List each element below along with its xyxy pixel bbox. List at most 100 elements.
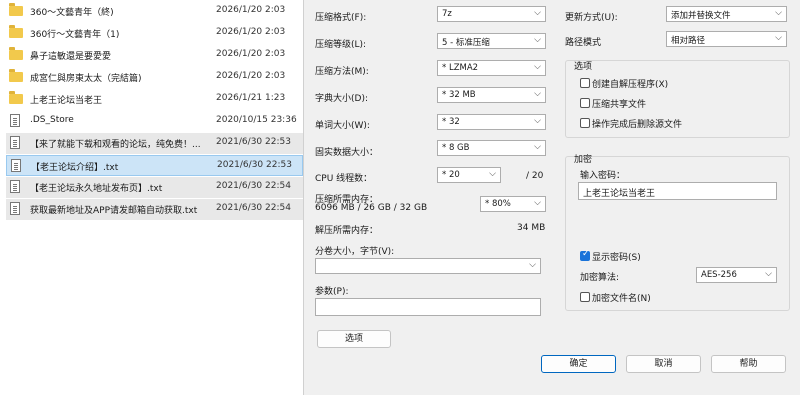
- file-date: 2020/10/15 23:36: [216, 115, 297, 125]
- level-label: 压缩等级(L):: [315, 40, 367, 50]
- file-date: 2026/1/20 2:03: [216, 71, 286, 81]
- mem-percent-select[interactable]: * 80% ⌵: [480, 196, 546, 212]
- file-date: 2026/1/20 2:03: [216, 5, 286, 15]
- file-row[interactable]: 360～文藝青年（終) 2026/1/20 2:03: [6, 1, 303, 22]
- file-name: 【老王论坛永久地址发布页】.txt: [30, 184, 163, 194]
- mem-decomp-label: 解压所需内存：: [315, 226, 379, 236]
- file-row[interactable]: 鼻子這敏還是要愛愛 2026/1/20 2:03: [6, 45, 303, 66]
- file-name: 【来了就能下载和观看的论坛，纯免费！...: [30, 140, 201, 150]
- format-select[interactable]: 7z ⌵: [437, 6, 546, 22]
- delete-source-label[interactable]: 操作完成后删除源文件: [592, 117, 682, 130]
- file-name: 鼻子這敏還是要愛愛: [30, 52, 112, 62]
- file-date: 2026/1/21 1:23: [216, 93, 286, 103]
- chevron-down-icon: ⌵: [534, 142, 541, 152]
- chevron-down-icon: ⌵: [765, 269, 772, 279]
- password-input[interactable]: 上老王论坛当老王: [578, 182, 777, 200]
- encryption-group-title: 加密: [574, 155, 593, 165]
- chevron-down-icon: ⌵: [775, 33, 782, 43]
- file-row[interactable]: 【老王论坛介绍】.txt 2021/6/30 22:53: [6, 155, 303, 176]
- file-name: 360～文藝青年（終): [30, 8, 114, 18]
- sfx-checkbox[interactable]: [580, 78, 590, 88]
- password-label: 输入密码：: [580, 171, 626, 181]
- file-date: 2026/1/20 2:03: [216, 49, 286, 59]
- dict-select[interactable]: * 32 MB ⌵: [437, 87, 546, 103]
- update-label: 更新方式(U):: [565, 13, 618, 23]
- folder-icon: [9, 69, 23, 82]
- text-file-icon: [11, 159, 21, 172]
- file-row[interactable]: 【老王论坛永久地址发布页】.txt 2021/6/30 22:54: [6, 177, 303, 198]
- split-select[interactable]: ⌵: [315, 258, 541, 274]
- file-date: 2021/6/30 22:54: [216, 181, 291, 191]
- help-button[interactable]: 帮助: [711, 355, 786, 373]
- enc-method-label: 加密算法:: [580, 273, 620, 283]
- format-label: 压缩格式(F):: [315, 13, 367, 23]
- options-group-title: 选项: [574, 62, 593, 72]
- chevron-down-icon: ⌵: [534, 89, 541, 99]
- method-select[interactable]: * LZMA2 ⌵: [437, 60, 546, 76]
- word-select[interactable]: * 32 ⌵: [437, 114, 546, 130]
- chevron-down-icon: ⌵: [534, 198, 541, 208]
- show-password-label[interactable]: 显示密码(S): [592, 250, 641, 263]
- sfx-label[interactable]: 创建自解压程序(X): [592, 77, 668, 90]
- level-select[interactable]: 5 - 标准压缩 ⌵: [437, 33, 546, 49]
- chevron-down-icon: ⌵: [489, 169, 496, 179]
- file-name: 上老王论坛当老王: [30, 96, 103, 106]
- file-date: 2026/1/20 2:03: [216, 27, 286, 37]
- cpu-label: CPU 线程数：: [315, 174, 373, 184]
- folder-icon: [9, 3, 23, 16]
- params-label: 参数(P):: [315, 287, 349, 297]
- chevron-down-icon: ⌵: [534, 8, 541, 18]
- file-row[interactable]: 成宮仁與房東太太（完結篇) 2026/1/20 2:03: [6, 67, 303, 88]
- add-to-archive-dialog: 压缩格式(F): 7z ⌵ 压缩等级(L): 5 - 标准压缩 ⌵ 压缩方法(M):…: [303, 0, 800, 395]
- encrypt-names-checkbox[interactable]: [580, 292, 590, 302]
- enc-method-select[interactable]: AES-256 ⌵: [696, 267, 777, 283]
- options-button[interactable]: 选项: [317, 330, 391, 348]
- file-row[interactable]: 上老王论坛当老王 2026/1/21 1:23: [6, 89, 303, 110]
- file-date: 2021/6/30 22:53: [217, 160, 292, 170]
- solid-label: 固实数据大小：: [315, 148, 379, 158]
- mem-decomp-value: 34 MB: [517, 223, 546, 233]
- file-name: .DS_Store: [30, 115, 74, 125]
- solid-select[interactable]: * 8 GB ⌵: [437, 140, 546, 156]
- chevron-down-icon: ⌵: [534, 35, 541, 45]
- mem-comp-detail: 6096 MB / 26 GB / 32 GB: [315, 203, 428, 213]
- text-file-icon: [10, 180, 20, 193]
- chevron-down-icon: ⌵: [529, 260, 536, 270]
- update-select[interactable]: 添加并替换文件 ⌵: [666, 6, 787, 22]
- encrypt-names-label[interactable]: 加密文件名(N): [592, 291, 651, 304]
- file-name: 成宮仁與房東太太（完結篇): [30, 74, 142, 84]
- params-input[interactable]: [315, 298, 541, 316]
- file-name: 获取最新地址及APP请发邮箱自动获取.txt: [30, 206, 198, 216]
- method-label: 压缩方法(M):: [315, 67, 369, 77]
- file-row[interactable]: 获取最新地址及APP请发邮箱自动获取.txt 2021/6/30 22:54: [6, 199, 303, 220]
- word-label: 单词大小(W):: [315, 121, 370, 131]
- folder-icon: [9, 47, 23, 60]
- chevron-down-icon: ⌵: [775, 8, 782, 18]
- dict-label: 字典大小(D):: [315, 94, 368, 104]
- file-row[interactable]: 360行～文藝青年（1) 2026/1/20 2:03: [6, 23, 303, 44]
- shared-checkbox[interactable]: [580, 98, 590, 108]
- text-file-icon: [10, 136, 20, 149]
- split-label: 分卷大小，字节(V):: [315, 247, 395, 257]
- file-name: 360行～文藝青年（1): [30, 30, 120, 40]
- file-date: 2021/6/30 22:53: [216, 137, 291, 147]
- delete-source-checkbox[interactable]: [580, 118, 590, 128]
- cpu-total: / 20: [526, 171, 544, 181]
- path-label: 路径模式: [565, 38, 602, 48]
- file-list: 360～文藝青年（終) 2026/1/20 2:03 360行～文藝青年（1) 202…: [0, 0, 303, 395]
- file-name: 【老王论坛介绍】.txt: [31, 163, 119, 173]
- chevron-down-icon: ⌵: [534, 62, 541, 72]
- cancel-button[interactable]: 取消: [626, 355, 701, 373]
- cpu-select[interactable]: * 20 ⌵: [437, 167, 501, 183]
- folder-icon: [9, 25, 23, 38]
- file-date: 2021/6/30 22:54: [216, 203, 291, 213]
- text-file-icon: [10, 202, 20, 215]
- shared-label[interactable]: 压缩共享文件: [592, 97, 646, 110]
- folder-icon: [9, 91, 23, 104]
- file-row[interactable]: .DS_Store 2020/10/15 23:36: [6, 111, 303, 132]
- show-password-checkbox[interactable]: [580, 249, 590, 261]
- file-row[interactable]: 【来了就能下载和观看的论坛，纯免费！... 2021/6/30 22:53: [6, 133, 303, 154]
- text-file-icon: [10, 114, 20, 127]
- path-select[interactable]: 相对路径 ⌵: [666, 31, 787, 47]
- ok-button[interactable]: 确定: [541, 355, 616, 373]
